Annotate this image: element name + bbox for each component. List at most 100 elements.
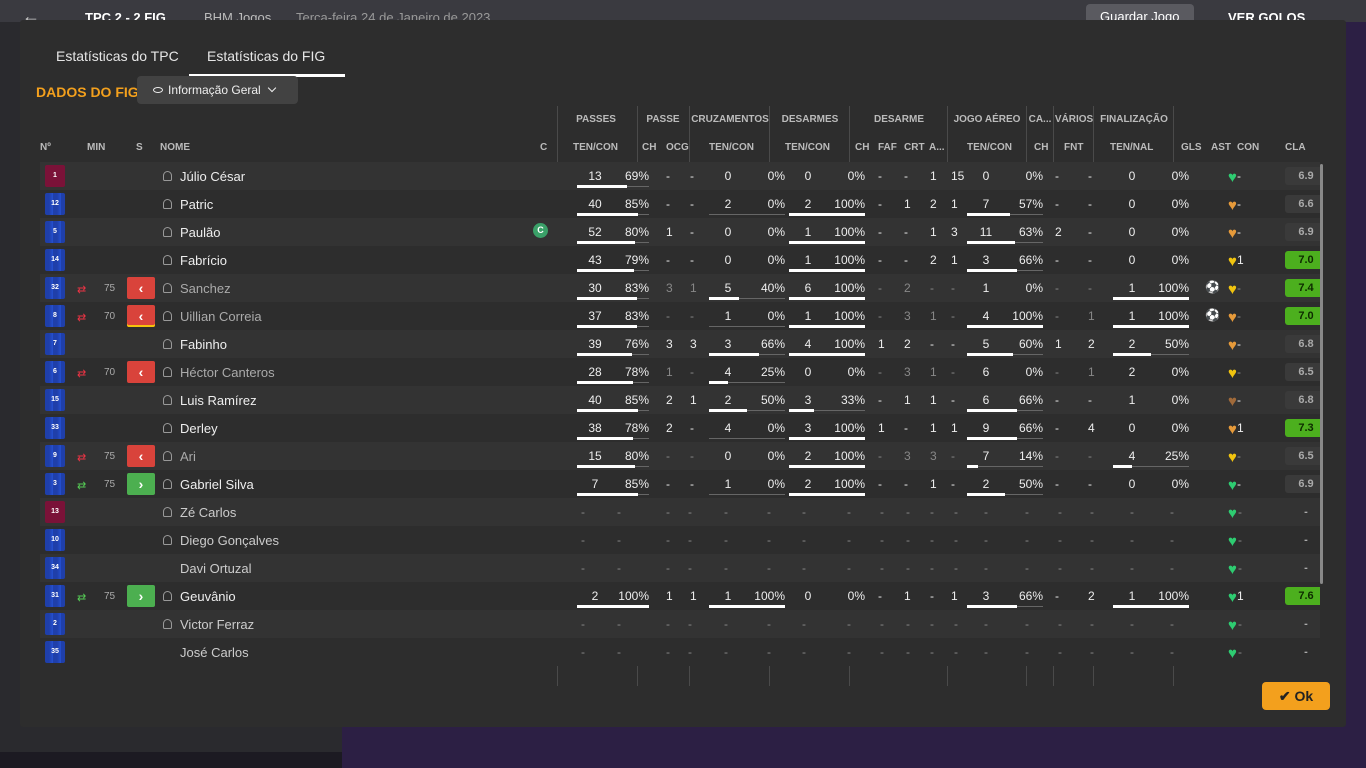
player-name[interactable]: Júlio César: [180, 169, 245, 184]
table-row[interactable]: 2 Victor Ferraz - - - - - - - - - - - - - - - - - - - ♥ -: [40, 610, 1320, 638]
player-name[interactable]: Fabrício: [180, 253, 227, 268]
column-header-gls[interactable]: GLS: [1181, 142, 1202, 153]
player-name[interactable]: Sanchez: [180, 281, 231, 296]
player-name[interactable]: Victor Ferraz: [180, 617, 254, 632]
player-name[interactable]: Diego Gonçalves: [180, 533, 279, 548]
empty-stat: -: [906, 645, 910, 659]
column-header-cruz[interactable]: TEN/CON: [709, 142, 754, 153]
table-row[interactable]: 33 Derley 38 78% 2-4 0% 3 100% 1-1 1 9 66% -4 0 0% 1 ♥ 7.…: [40, 414, 1320, 442]
player-name[interactable]: Fabinho: [180, 337, 227, 352]
table-row[interactable]: 14 Fabrício 43 79% - -0 0% 1 100% - -2 1 3 66% - -0 0% 1 ♥…: [40, 246, 1320, 274]
column-header-nome[interactable]: NOME: [160, 142, 190, 153]
tackle-ch: -: [878, 169, 882, 183]
player-name[interactable]: Paulão: [180, 225, 220, 240]
table-row[interactable]: 31 ⇄ 75 › Geuvânio 2 100% 1 1 1 100% 0 0% -1-1 3 66% -2 1…: [40, 582, 1320, 610]
pass-ch: -: [666, 169, 670, 183]
group-header-desarmes: DESARMES: [781, 114, 839, 125]
ok-button[interactable]: ✔ Ok: [1262, 682, 1330, 710]
table-row[interactable]: 9 ⇄ 75 ‹ Ari 15 80% - -0 0% 2 100% -3 3-7 14% - -4 25% - ♥ 6…: [40, 442, 1320, 470]
shots-percent: 0%: [1171, 197, 1189, 211]
fnt: 1: [1088, 365, 1095, 379]
player-rating: -: [1304, 534, 1308, 546]
player-name[interactable]: Ari: [180, 449, 196, 464]
table-row[interactable]: 34 Davi Ortuzal - - - - - - - - - - - - - - - - - - - ♥ -: [40, 554, 1320, 582]
pass-ocg: -: [690, 253, 694, 267]
column-header-pch[interactable]: CH: [642, 142, 656, 153]
tackles-percent: 100%: [834, 225, 865, 239]
column-header-dch[interactable]: CH: [855, 142, 869, 153]
column-header-des[interactable]: TEN/CON: [785, 142, 830, 153]
aerial-percent: 60%: [1018, 337, 1043, 351]
column-header-fin[interactable]: TEN/NAL: [1110, 142, 1153, 153]
table-row[interactable]: 6 ⇄ 70 ‹ Héctor Canteros 28 78% 1-4 25% 0 0% -3 1-6 0…: [40, 358, 1320, 386]
table-row[interactable]: 3 ⇄ 75 › Gabriel Silva 7 85% - -1 0% 2 100% - -1-2 50%…: [40, 470, 1320, 498]
column-header-cach[interactable]: CH: [1034, 142, 1048, 153]
column-header-min[interactable]: MIN: [87, 142, 105, 153]
column-header-s[interactable]: S: [136, 142, 143, 153]
tackle-ch: -: [878, 281, 882, 295]
column-header-pocg[interactable]: OCG: [666, 142, 689, 153]
tackles-attempts: 2: [804, 449, 812, 463]
shots-bar: [1113, 465, 1132, 468]
player-name[interactable]: Luis Ramírez: [180, 393, 257, 408]
tab-fig-stats[interactable]: Estatísticas do FIG: [188, 48, 346, 77]
goal-ball-icon: ⚽: [1205, 280, 1220, 294]
column-header-da[interactable]: A...: [929, 142, 945, 153]
tab-tpc-stats[interactable]: Estatísticas do TPC: [56, 48, 179, 64]
tackle-ch: -: [878, 477, 882, 491]
shots-attempts: 1: [1128, 589, 1136, 603]
passes-percent: 80%: [624, 449, 649, 463]
player-head-icon: [163, 395, 172, 405]
aerial-percent: 14%: [1018, 449, 1043, 463]
shots-percent: 0%: [1171, 253, 1189, 267]
aerial-bar: [967, 605, 1017, 608]
table-row[interactable]: 35 José Carlos - - - - - - - - - - - - - - - - - - - ♥ -: [40, 638, 1320, 666]
player-name[interactable]: Derley: [180, 421, 218, 436]
column-header-ast[interactable]: AST: [1211, 142, 1231, 153]
tackle-faf: -: [904, 477, 908, 491]
player-rating: 6.8: [1285, 391, 1320, 409]
player-table: 1 Júlio César 13 69% - -0 0% 0 0% - -1 15 0 0% - -0 0% - ♥…: [40, 162, 1320, 672]
table-row[interactable]: 10 Diego Gonçalves - - - - - - - - - - - - - - - - - - - ♥ -: [40, 526, 1320, 554]
shirt-number-icon: 35: [45, 641, 65, 663]
aerial-bar: [967, 409, 1017, 412]
empty-stat: -: [1238, 561, 1242, 575]
player-name[interactable]: Uillian Correia: [180, 309, 262, 324]
column-header-c[interactable]: C: [540, 142, 547, 153]
empty-stat: -: [1025, 533, 1029, 547]
player-name[interactable]: Patric: [180, 197, 213, 212]
player-name[interactable]: Zé Carlos: [180, 505, 236, 520]
table-row[interactable]: 32 ⇄ 75 ‹ Sanchez 30 83% 3 1 5 40% 6 100% -2- -1 0% - -1 1…: [40, 274, 1320, 302]
player-name[interactable]: Gabriel Silva: [180, 477, 254, 492]
column-header-fnt[interactable]: FNT: [1064, 142, 1083, 153]
table-row[interactable]: 7 Fabinho 39 76% 3 3 3 66% 4 100% 1 2- -5 60% 1 2 2 50% - ♥…: [40, 330, 1320, 358]
player-name[interactable]: José Carlos: [180, 645, 249, 660]
column-header-dfaf[interactable]: FAF: [878, 142, 897, 153]
shots-attempts: 0: [1128, 253, 1136, 267]
aerial-bar: [967, 269, 1017, 272]
column-header-aereo[interactable]: TEN/CON: [967, 142, 1012, 153]
player-name[interactable]: Geuvânio: [180, 589, 236, 604]
table-row[interactable]: 13 Zé Carlos - - - - - - - - - - - - - - - - - - - ♥ -: [40, 498, 1320, 526]
table-row[interactable]: 1 Júlio César 13 69% - -0 0% 0 0% - -1 15 0 0% - -0 0% - ♥…: [40, 162, 1320, 190]
player-name[interactable]: Davi Ortuzal: [180, 561, 252, 576]
empty-stat: -: [666, 645, 670, 659]
empty-stat: -: [930, 617, 934, 631]
table-row[interactable]: 8 ⇄ 70 ‹ Uillian Correia 37 83% - -1 0% 1 100% -3 1-4…: [40, 302, 1320, 330]
column-header-no[interactable]: Nº: [40, 142, 51, 153]
column-header-passes[interactable]: TEN/CON: [573, 142, 618, 153]
tackles-attempts: 6: [804, 281, 812, 295]
table-row[interactable]: 5 Paulão C 52 80% 1-0 0% 1 100% - -1 3 11 63% 2-0 0% - ♥ 6…: [40, 218, 1320, 246]
assists: 1: [1237, 253, 1244, 267]
shots-attempts: 4: [1128, 449, 1136, 463]
table-scrollbar[interactable]: [1320, 164, 1323, 584]
table-row[interactable]: 12 Patric 40 85% - -2 0% 2 100% -1 2 1 7 57% - -0 0% - ♥ 6.…: [40, 190, 1320, 218]
ca-ch: -: [1055, 309, 1059, 323]
table-row[interactable]: 15 Luis Ramírez 40 85% 2 1 2 50% 3 33% -1 1-6 66% - -1…: [40, 386, 1320, 414]
empty-stat: -: [581, 561, 585, 575]
column-header-dcrt[interactable]: CRT: [904, 142, 925, 153]
column-header-cla[interactable]: CLA: [1285, 142, 1306, 153]
player-name[interactable]: Héctor Canteros: [180, 365, 275, 380]
column-header-con[interactable]: CON: [1237, 142, 1259, 153]
view-dropdown[interactable]: Informação Geral: [137, 76, 298, 104]
